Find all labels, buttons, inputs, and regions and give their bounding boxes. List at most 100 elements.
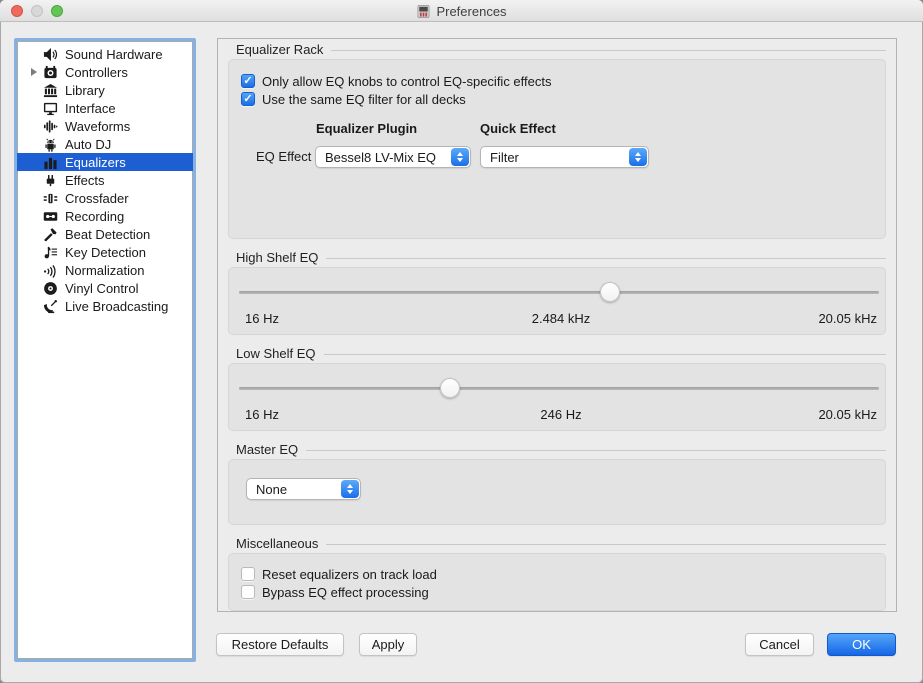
sidebar-item-crossfader[interactable]: Crossfader bbox=[17, 189, 193, 207]
sidebar-item-label: Recording bbox=[65, 209, 124, 224]
equalizer-plugin-header: Equalizer Plugin bbox=[316, 121, 417, 136]
sound-waves-icon bbox=[43, 263, 58, 278]
satellite-icon bbox=[43, 299, 58, 314]
sidebar-item-label: Auto DJ bbox=[65, 137, 111, 152]
eq-knobs-checkbox[interactable]: ✓ bbox=[241, 74, 255, 88]
sidebar-item-label: Library bbox=[65, 83, 105, 98]
window-title: Preferences bbox=[436, 4, 506, 19]
group-divider bbox=[326, 258, 886, 259]
sidebar-item-label: Normalization bbox=[65, 263, 144, 278]
sidebar-item-live-broadcasting[interactable]: Live Broadcasting bbox=[17, 297, 193, 315]
sidebar-item-key-detection[interactable]: Key Detection bbox=[17, 243, 193, 261]
chevron-up-icon bbox=[347, 484, 353, 488]
popup-stepper-icon bbox=[629, 148, 647, 166]
sidebar-item-normalization[interactable]: Normalization bbox=[17, 261, 193, 279]
crossfader-icon bbox=[43, 191, 58, 206]
eq-knobs-checkbox-label: Only allow EQ knobs to control EQ-specif… bbox=[262, 74, 552, 89]
robot-icon bbox=[43, 137, 58, 152]
chevron-up-icon bbox=[457, 152, 463, 156]
popup-stepper-icon bbox=[451, 148, 469, 166]
sidebar-item-library[interactable]: Library bbox=[17, 81, 193, 99]
low-shelf-eq-section: Low Shelf EQ 16 Hz 246 Hz 20.05 kHz bbox=[228, 346, 886, 431]
low-shelf-min-label: 16 Hz bbox=[245, 407, 279, 422]
mixer-icon bbox=[416, 4, 431, 19]
group-title-high-shelf-eq: High Shelf EQ bbox=[236, 250, 318, 265]
chevron-up-icon bbox=[635, 152, 641, 156]
miscellaneous-section: Miscellaneous ✓ Reset equalizers on trac… bbox=[228, 536, 886, 611]
sidebar-item-equalizers[interactable]: Equalizers bbox=[17, 153, 193, 171]
low-shelf-slider-handle[interactable] bbox=[440, 378, 460, 398]
sidebar-item-beat-detection[interactable]: Beat Detection bbox=[17, 225, 193, 243]
bypass-eq-checkbox-row: ✓ Bypass EQ effect processing bbox=[241, 583, 885, 601]
titlebar[interactable]: Preferences bbox=[0, 0, 923, 22]
master-eq-value: None bbox=[256, 482, 287, 497]
same-eq-filter-checkbox[interactable]: ✓ bbox=[241, 92, 255, 106]
sidebar-item-effects[interactable]: Effects bbox=[17, 171, 193, 189]
high-shelf-slider-handle[interactable] bbox=[600, 282, 620, 302]
controller-icon bbox=[43, 65, 58, 80]
equalizer-plugin-value: Bessel8 LV-Mix EQ bbox=[325, 150, 436, 165]
group-title-low-shelf-eq: Low Shelf EQ bbox=[236, 346, 316, 361]
same-eq-filter-checkbox-row: ✓ Use the same EQ filter for all decks bbox=[241, 90, 885, 108]
quick-effect-dropdown[interactable]: Filter bbox=[480, 146, 649, 168]
restore-defaults-button[interactable]: Restore Defaults bbox=[216, 633, 344, 656]
chevron-down-icon bbox=[457, 158, 463, 162]
quick-effect-header: Quick Effect bbox=[480, 121, 556, 136]
master-eq-dropdown[interactable]: None bbox=[246, 478, 361, 500]
eq-knobs-checkbox-row: ✓ Only allow EQ knobs to control EQ-spec… bbox=[241, 72, 885, 90]
sidebar-item-controllers[interactable]: Controllers bbox=[17, 63, 193, 81]
high-shelf-max-label: 20.05 kHz bbox=[818, 311, 877, 326]
sidebar-item-label: Beat Detection bbox=[65, 227, 150, 242]
equalizers-preferences-pane: Equalizer Rack ✓ Only allow EQ knobs to … bbox=[217, 38, 897, 612]
group-divider bbox=[306, 450, 886, 451]
disclosure-triangle-icon[interactable] bbox=[31, 68, 37, 76]
reset-equalizers-checkbox[interactable]: ✓ bbox=[241, 567, 255, 581]
bypass-eq-checkbox[interactable]: ✓ bbox=[241, 585, 255, 599]
sidebar-item-label: Controllers bbox=[65, 65, 128, 80]
sidebar-item-interface[interactable]: Interface bbox=[17, 99, 193, 117]
apply-button[interactable]: Apply bbox=[359, 633, 417, 656]
eq-effect-row-label: EQ Effect bbox=[256, 149, 311, 164]
preferences-category-list: Sound Hardware Controllers Library Inter… bbox=[14, 38, 196, 662]
sidebar-item-sound-hardware[interactable]: Sound Hardware bbox=[17, 45, 193, 63]
reset-equalizers-checkbox-label: Reset equalizers on track load bbox=[262, 567, 437, 582]
check-icon: ✓ bbox=[243, 76, 252, 87]
low-shelf-slider-track[interactable] bbox=[239, 387, 879, 390]
cassette-icon bbox=[43, 209, 58, 224]
popup-stepper-icon bbox=[341, 480, 359, 498]
sidebar-item-vinyl-control[interactable]: Vinyl Control bbox=[17, 279, 193, 297]
high-shelf-eq-section: High Shelf EQ 16 Hz 2.484 kHz 20.05 kHz bbox=[228, 250, 886, 335]
quick-effect-value: Filter bbox=[490, 150, 519, 165]
ok-button[interactable]: OK bbox=[827, 633, 896, 656]
low-shelf-max-label: 20.05 kHz bbox=[818, 407, 877, 422]
equalizer-plugin-dropdown[interactable]: Bessel8 LV-Mix EQ bbox=[315, 146, 471, 168]
group-divider bbox=[326, 544, 886, 545]
high-shelf-min-label: 16 Hz bbox=[245, 311, 279, 326]
equalizer-icon bbox=[43, 155, 58, 170]
sidebar-item-label: Effects bbox=[65, 173, 105, 188]
sidebar-item-label: Interface bbox=[65, 101, 116, 116]
sidebar-item-label: Live Broadcasting bbox=[65, 299, 168, 314]
music-note-icon bbox=[43, 245, 58, 260]
sidebar-item-label: Crossfader bbox=[65, 191, 129, 206]
bypass-eq-checkbox-label: Bypass EQ effect processing bbox=[262, 585, 429, 600]
library-icon bbox=[43, 83, 58, 98]
same-eq-filter-checkbox-label: Use the same EQ filter for all decks bbox=[262, 92, 466, 107]
chevron-down-icon bbox=[635, 158, 641, 162]
group-title-miscellaneous: Miscellaneous bbox=[236, 536, 318, 551]
sidebar-item-label: Waveforms bbox=[65, 119, 130, 134]
vinyl-icon bbox=[43, 281, 58, 296]
sidebar-item-recording[interactable]: Recording bbox=[17, 207, 193, 225]
reset-equalizers-checkbox-row: ✓ Reset equalizers on track load bbox=[241, 565, 885, 583]
sidebar-item-auto-dj[interactable]: Auto DJ bbox=[17, 135, 193, 153]
master-eq-section: Master EQ None bbox=[228, 442, 886, 525]
group-divider bbox=[331, 50, 886, 51]
cancel-button[interactable]: Cancel bbox=[745, 633, 814, 656]
high-shelf-slider-track[interactable] bbox=[239, 291, 879, 294]
waveform-icon bbox=[43, 119, 58, 134]
sidebar-item-label: Key Detection bbox=[65, 245, 146, 260]
group-divider bbox=[324, 354, 887, 355]
check-icon: ✓ bbox=[243, 94, 252, 105]
sidebar-item-label: Sound Hardware bbox=[65, 47, 163, 62]
sidebar-item-waveforms[interactable]: Waveforms bbox=[17, 117, 193, 135]
